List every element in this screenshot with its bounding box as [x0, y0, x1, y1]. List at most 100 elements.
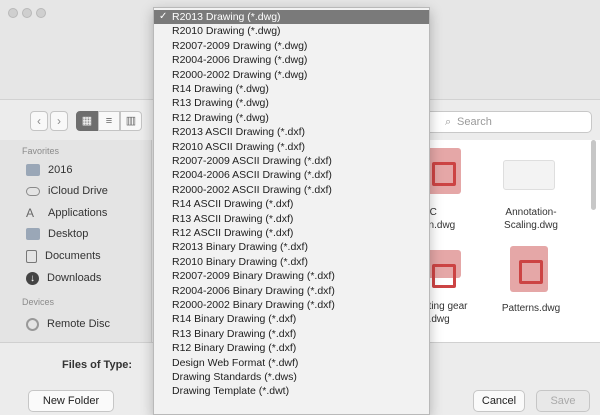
file-label[interactable]: EC an.dwg — [423, 206, 483, 232]
file-type-option-label: R2007-2009 Drawing (*.dwg) — [172, 39, 308, 52]
file-type-option[interactable]: R12 Binary Drawing (*.dxf) — [154, 341, 429, 355]
icon-view-button[interactable]: ▦ — [76, 111, 98, 131]
file-type-option-label: R2000-2002 Drawing (*.dwg) — [172, 68, 308, 81]
file-type-option-label: R2010 Drawing (*.dwg) — [172, 25, 281, 38]
file-type-option-label: Design Web Format (*.dwf) — [172, 356, 299, 369]
file-type-option[interactable]: R2010 Binary Drawing (*.dxf) — [154, 255, 429, 269]
file-type-option-label: R2013 Drawing (*.dwg) — [172, 11, 281, 23]
file-type-option[interactable]: ✓ R2013 Drawing (*.dwg) — [154, 10, 429, 25]
minimize-window-button[interactable] — [22, 8, 32, 18]
documents-icon — [26, 249, 37, 263]
sidebar-item-icloud-drive[interactable]: iCloud Drive — [26, 181, 108, 201]
sidebar-item-label: Remote Disc — [47, 318, 110, 330]
file-type-option-label: R2007-2009 Binary Drawing (*.dxf) — [172, 270, 335, 283]
sidebar-item-remote-disc[interactable]: Remote Disc — [26, 314, 110, 334]
sidebar-item-desktop[interactable]: Desktop — [26, 224, 88, 244]
sidebar-item-2016[interactable]: 2016 — [26, 160, 72, 180]
file-type-option[interactable]: R2010 Drawing (*.dwg) — [154, 24, 429, 38]
forward-button[interactable]: › — [50, 111, 68, 131]
file-type-option-label: R12 Binary Drawing (*.dxf) — [172, 342, 297, 355]
search-placeholder: Search — [457, 116, 492, 128]
sidebar-item-label: Documents — [45, 250, 101, 262]
file-type-option[interactable]: R2007-2009 Drawing (*.dwg) — [154, 39, 429, 53]
file-type-option[interactable]: R14 Drawing (*.dwg) — [154, 82, 429, 96]
file-type-option[interactable]: R14 ASCII Drawing (*.dxf) — [154, 197, 429, 211]
file-type-option[interactable]: R13 Binary Drawing (*.dxf) — [154, 327, 429, 341]
desktop-icon — [26, 228, 40, 240]
file-type-option[interactable]: R12 ASCII Drawing (*.dxf) — [154, 226, 429, 240]
dwg-file-icon[interactable] — [510, 246, 548, 292]
file-type-option[interactable]: R14 Binary Drawing (*.dxf) — [154, 312, 429, 326]
file-type-option-label: R2000-2002 Binary Drawing (*.dxf) — [172, 299, 335, 311]
file-type-option[interactable]: R2004-2006 Binary Drawing (*.dxf) — [154, 284, 429, 298]
favorites-header: Favorites — [22, 146, 60, 156]
zoom-window-button[interactable] — [36, 8, 46, 18]
file-type-option-label: R2010 ASCII Drawing (*.dxf) — [172, 140, 306, 153]
file-type-option-label: R14 Drawing (*.dwg) — [172, 83, 269, 95]
dwg-file-icon[interactable] — [503, 160, 555, 190]
file-type-option-label: R14 ASCII Drawing (*.dxf) — [172, 198, 294, 211]
file-type-option[interactable]: R2000-2002 Drawing (*.dwg) — [154, 68, 429, 82]
file-type-option[interactable]: Drawing Standards (*.dws) — [154, 370, 429, 384]
file-type-option-label: R12 ASCII Drawing (*.dxf) — [172, 227, 294, 239]
cancel-button[interactable]: Cancel — [473, 390, 525, 412]
file-type-option[interactable]: R2013 Binary Drawing (*.dxf) — [154, 240, 429, 254]
checkmark-icon: ✓ — [159, 11, 168, 22]
file-type-option[interactable]: Drawing Template (*.dwt) — [154, 384, 429, 398]
file-label[interactable]: Patterns.dwg — [488, 302, 574, 315]
file-type-option[interactable]: R2007-2009 ASCII Drawing (*.dxf) — [154, 154, 429, 168]
save-button[interactable]: Save — [536, 390, 590, 412]
column-view-button[interactable]: ▥ — [120, 111, 142, 131]
file-type-option-label: R12 Drawing (*.dwg) — [172, 111, 269, 124]
sidebar-item-label: Downloads — [47, 272, 102, 284]
file-label[interactable]: nting gear 7.dwg — [423, 300, 487, 326]
file-type-dropdown-menu[interactable]: ✓ R2013 Drawing (*.dwg) R2010 Drawing (*.d… — [153, 7, 430, 415]
folder-icon — [26, 164, 40, 176]
sidebar: Favorites 2016 iCloud Drive A Applicatio… — [0, 140, 152, 342]
back-button[interactable]: ‹ — [30, 111, 48, 131]
sidebar-item-documents[interactable]: Documents — [26, 246, 101, 266]
sidebar-item-label: Desktop — [48, 228, 89, 240]
file-type-option-label: Drawing Standards (*.dws) — [172, 371, 297, 383]
file-type-option-label: Drawing Template (*.dwt) — [172, 385, 290, 398]
search-field[interactable]: ⌕ Search — [420, 111, 592, 133]
file-type-option[interactable]: R2010 ASCII Drawing (*.dxf) — [154, 140, 429, 154]
sidebar-item-label: 2016 — [48, 164, 73, 176]
save-dialog: ‹ › ▦ ≡ ▥ ⌕ Search Favorites 2016 iCloud… — [0, 0, 600, 415]
sidebar-item-downloads[interactable]: ↓ Downloads — [26, 268, 101, 288]
columns-icon: ▥ — [125, 115, 137, 127]
file-type-option-label: R13 ASCII Drawing (*.dxf) — [172, 212, 294, 225]
file-type-option[interactable]: R13 Drawing (*.dwg) — [154, 96, 429, 110]
grid-icon: ▦ — [81, 115, 93, 127]
file-type-option-label: R2013 ASCII Drawing (*.dxf) — [172, 126, 306, 139]
file-type-option[interactable]: Design Web Format (*.dwf) — [154, 356, 429, 370]
file-type-option[interactable]: R2004-2006 ASCII Drawing (*.dxf) — [154, 168, 429, 182]
new-folder-button[interactable]: New Folder — [28, 390, 114, 412]
search-icon: ⌕ — [445, 116, 452, 128]
file-type-option-label: R2004-2006 ASCII Drawing (*.dxf) — [172, 169, 332, 182]
file-type-option[interactable]: R12 Drawing (*.dwg) — [154, 111, 429, 125]
chevron-right-icon: › — [57, 114, 61, 128]
file-type-option-label: R2004-2006 Drawing (*.dwg) — [172, 54, 308, 67]
list-icon: ≡ — [105, 115, 113, 127]
file-type-option[interactable]: R13 ASCII Drawing (*.dxf) — [154, 212, 429, 226]
sidebar-item-label: Applications — [48, 207, 108, 219]
file-label[interactable]: Annotation- Scaling.dwg — [488, 206, 574, 232]
sidebar-item-applications[interactable]: A Applications — [26, 203, 107, 223]
list-view-button[interactable]: ≡ — [98, 111, 120, 131]
file-browser-scrollbar[interactable] — [591, 140, 596, 210]
cloud-icon — [26, 186, 40, 196]
sidebar-item-label: iCloud Drive — [48, 185, 108, 197]
devices-header: Devices — [22, 297, 55, 307]
close-window-button[interactable] — [8, 8, 18, 18]
file-type-option-label: R13 Drawing (*.dwg) — [172, 97, 269, 110]
file-type-option[interactable]: R2007-2009 Binary Drawing (*.dxf) — [154, 269, 429, 283]
file-type-option[interactable]: R2004-2006 Drawing (*.dwg) — [154, 53, 429, 67]
file-type-option-label: R13 Binary Drawing (*.dxf) — [172, 327, 297, 340]
file-type-option-label: R2013 Binary Drawing (*.dxf) — [172, 241, 308, 254]
file-type-option-label: R2010 Binary Drawing (*.dxf) — [172, 255, 308, 268]
file-type-option[interactable]: R2013 ASCII Drawing (*.dxf) — [154, 125, 429, 139]
file-type-option[interactable]: R2000-2002 Binary Drawing (*.dxf) — [154, 298, 429, 312]
file-type-option[interactable]: R2000-2002 ASCII Drawing (*.dxf) — [154, 183, 429, 197]
disc-icon — [26, 317, 39, 331]
